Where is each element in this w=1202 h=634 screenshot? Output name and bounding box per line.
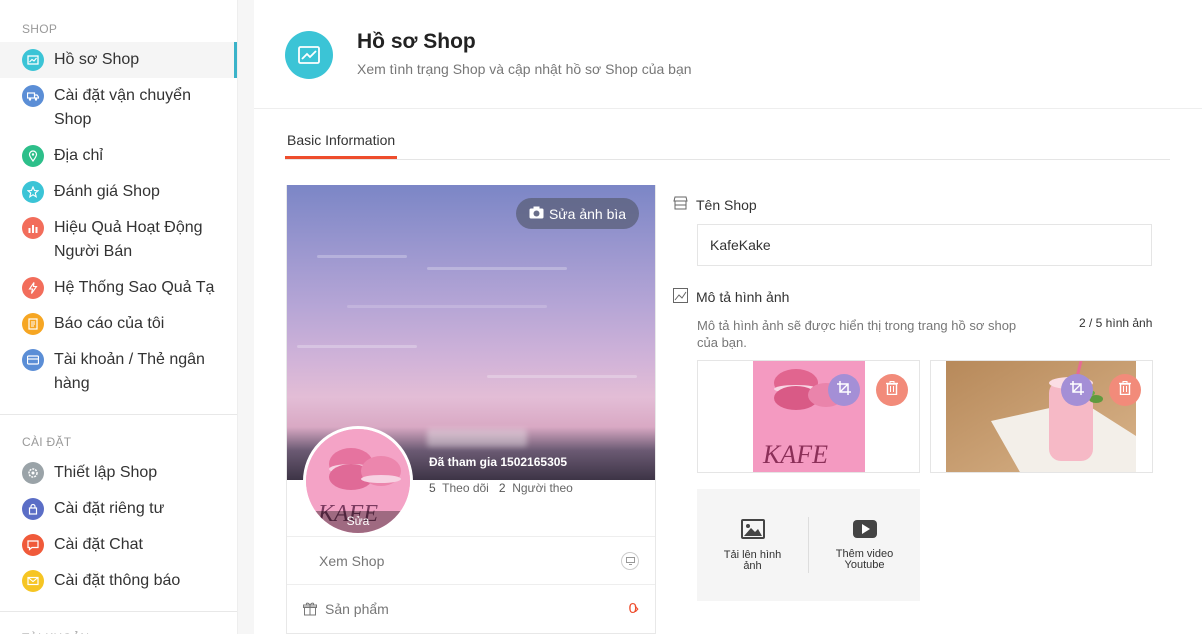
crop-button[interactable] xyxy=(828,374,860,406)
trash-icon xyxy=(886,380,898,400)
bank-card-icon xyxy=(22,349,44,371)
add-video-label: Thêm video Youtube xyxy=(835,547,894,571)
view-shop-label: Xem Shop xyxy=(319,552,385,569)
edit-cover-button[interactable]: Sửa ảnh bìa xyxy=(516,198,639,229)
shop-name-blurred xyxy=(427,429,527,447)
svg-text:KAFE: KAFE xyxy=(762,440,828,469)
store-icon xyxy=(673,196,688,213)
joined-info: Đã tham gia 1502165305 xyxy=(429,455,568,469)
shop-profile-icon xyxy=(285,31,333,79)
image-desc-label-row: Mô tả hình ảnh xyxy=(673,288,789,306)
sidebar-item-label: Hệ Thống Sao Quả Tạ xyxy=(54,279,215,296)
truck-icon xyxy=(22,85,44,107)
tab-bar: Basic Information xyxy=(285,122,1170,160)
tab-basic-information[interactable]: Basic Information xyxy=(285,132,398,159)
gift-icon xyxy=(303,602,317,616)
gear-icon xyxy=(22,462,44,484)
image-icon xyxy=(673,288,688,306)
bar-chart-icon xyxy=(22,217,44,239)
followers-label: Người theo xyxy=(512,481,573,495)
section-title-account: TÀI KHOẢN xyxy=(0,612,237,634)
sidebar-item-bar-chart[interactable]: Hiệu Quả Hoạt Động Người Bán xyxy=(0,210,237,270)
report-icon xyxy=(22,313,44,335)
sidebar-item-label: Cài đặt vận chuyển Shop xyxy=(54,87,191,128)
lightning-icon xyxy=(22,277,44,299)
section-title-settings: CÀI ĐẶT xyxy=(22,435,72,449)
followers-count: 2 xyxy=(498,481,506,495)
main-content: Hồ sơ Shop Xem tình trạng Shop và cập nh… xyxy=(254,0,1202,634)
section-title-shop: SHOP xyxy=(22,22,58,36)
add-video-button[interactable]: Thêm video Youtube xyxy=(809,489,920,601)
sidebar-item-label: Đánh giá Shop xyxy=(54,183,160,200)
star-icon xyxy=(22,181,44,203)
image-desc-label: Mô tả hình ảnh xyxy=(696,289,790,305)
delete-button[interactable] xyxy=(876,374,908,406)
youtube-icon xyxy=(852,519,877,541)
image-upload-icon xyxy=(740,518,765,542)
sidebar-item-label: Tài khoản / Thẻ ngân hàng xyxy=(54,351,205,392)
monitor-icon xyxy=(621,551,639,570)
upload-image-button[interactable]: Tải lên hình ảnh xyxy=(697,489,808,601)
location-pin-icon xyxy=(22,145,44,167)
chevron-right-icon: › xyxy=(634,600,639,617)
delete-button[interactable] xyxy=(1109,374,1141,406)
sidebar-item-notification[interactable]: Cài đặt thông báo xyxy=(0,563,237,599)
view-shop-row[interactable]: Xem Shop xyxy=(287,536,655,584)
sidebar-item-location-pin[interactable]: Địa chỉ xyxy=(0,138,237,174)
sidebar-item-report[interactable]: Báo cáo của tôi xyxy=(0,306,237,342)
shop-name-input[interactable]: KafeKake xyxy=(697,224,1152,266)
trash-icon xyxy=(1119,380,1131,400)
image-count: 2 / 5 hình ảnh xyxy=(1079,316,1153,330)
sidebar-item-chat[interactable]: Cài đặt Chat xyxy=(0,527,237,563)
avatar[interactable]: KAFE Sửa xyxy=(303,426,413,536)
sidebar-item-lightning[interactable]: Hệ Thống Sao Quả Tạ xyxy=(0,270,237,306)
image-slot-2[interactable] xyxy=(930,360,1153,473)
page-subtitle: Xem tình trạng Shop và cập nhật hồ sơ Sh… xyxy=(357,61,692,77)
sidebar-item-label: Hiệu Quả Hoạt Động Người Bán xyxy=(54,219,203,260)
products-row[interactable]: Sản phẩm 0 › xyxy=(287,584,655,632)
crop-button[interactable] xyxy=(1061,374,1093,406)
shop-name-label-row: Tên Shop xyxy=(673,196,757,213)
upload-image-label: Tải lên hình ảnh xyxy=(723,548,782,572)
sidebar-item-bank-card[interactable]: Tài khoản / Thẻ ngân hàng xyxy=(0,342,237,402)
sidebar-item-label: Cài đặt thông báo xyxy=(54,572,181,589)
sidebar-item-lock[interactable]: Cài đặt riêng tư xyxy=(0,491,237,527)
page-header: Hồ sơ Shop Xem tình trạng Shop và cập nh… xyxy=(254,0,1202,109)
sidebar-item-label: Báo cáo của tôi xyxy=(54,315,165,332)
notification-icon xyxy=(22,570,44,592)
camera-icon xyxy=(529,206,544,222)
shop-profile-icon xyxy=(22,49,44,71)
shop-cover-card: Sửa ảnh bìa Đã tham gia 1502165305 KAFE … xyxy=(286,185,656,634)
products-label: Sản phẩm xyxy=(325,600,389,617)
sidebar-item-label: Cài đặt Chat xyxy=(54,536,143,553)
shop-name-label: Tên Shop xyxy=(696,196,757,213)
follow-stats: 5 Theo dõi 2 Người theo xyxy=(429,481,573,495)
page-title: Hồ sơ Shop xyxy=(357,30,476,53)
crop-icon xyxy=(1070,380,1084,400)
following-count: 5 xyxy=(429,481,436,495)
image-slot-1[interactable]: KAFE xyxy=(697,360,920,473)
sidebar-item-gear[interactable]: Thiết lập Shop xyxy=(0,455,237,491)
following-label: Theo dõi xyxy=(442,481,489,495)
sidebar-item-shop-profile[interactable]: Hồ sơ Shop xyxy=(0,42,237,78)
edit-cover-label: Sửa ảnh bìa xyxy=(548,205,627,222)
sidebar-item-label: Hồ sơ Shop xyxy=(54,51,140,68)
crop-icon xyxy=(837,380,851,400)
lock-icon xyxy=(22,498,44,520)
sidebar-item-star[interactable]: Đánh giá Shop xyxy=(0,174,237,210)
avatar-edit-label[interactable]: Sửa xyxy=(306,511,410,533)
upload-box: Tải lên hình ảnh Thêm video Youtube xyxy=(697,489,920,601)
sidebar-item-label: Thiết lập Shop xyxy=(54,464,158,481)
sidebar-item-label: Cài đặt riêng tư xyxy=(54,500,165,517)
sidebar: SHOP Hồ sơ Shop Cài đặt vận chuyển Shop Đị… xyxy=(0,0,238,634)
chat-icon xyxy=(22,534,44,556)
image-desc-help: Mô tả hình ảnh sẽ được hiển thị trong tr… xyxy=(697,318,1017,350)
sidebar-item-label: Địa chỉ xyxy=(54,147,103,164)
sidebar-item-truck[interactable]: Cài đặt vận chuyển Shop xyxy=(0,78,237,138)
